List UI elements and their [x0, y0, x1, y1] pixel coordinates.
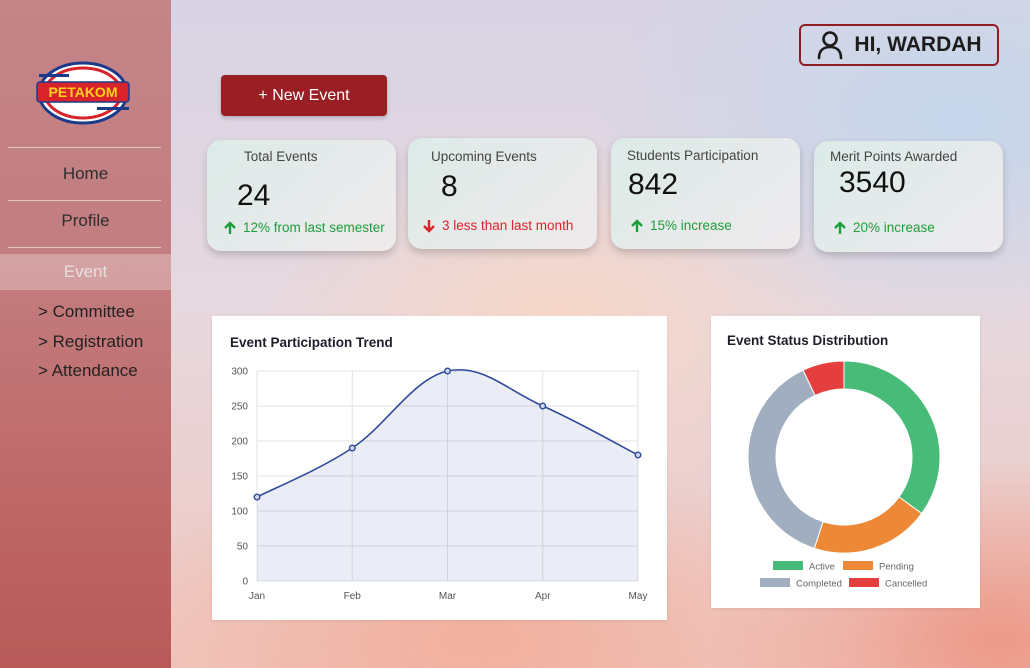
stat-change-text: 20% increase: [853, 220, 935, 235]
x-tick-label: Apr: [535, 591, 551, 602]
legend-label: Cancelled: [885, 579, 927, 590]
donut-chart: Active Pending Completed Cancelled: [747, 360, 941, 590]
donut-slice-completed: [747, 369, 824, 549]
y-tick-label: 250: [231, 402, 248, 413]
line-chart: 0 50 100 150 200 250 300 Jan Feb Mar Apr May: [231, 367, 648, 603]
arrow-up-icon: [224, 220, 236, 234]
donut-slice-pending: [813, 496, 923, 554]
x-tick-label: May: [629, 591, 648, 602]
legend-swatch: [760, 578, 790, 587]
stat-label: Students Participation: [627, 148, 759, 163]
data-point: [348, 444, 356, 452]
stat-label: Upcoming Events: [431, 149, 537, 164]
stat-change: 12% from last semester: [223, 220, 385, 235]
stat-change: 15% increase: [630, 218, 732, 233]
series-area: [257, 369, 638, 581]
petakom-logo: PETAKOM: [36, 61, 130, 125]
nav-divider: [8, 247, 161, 248]
legend-swatch: [773, 561, 803, 570]
stat-card-upcoming-events: Upcoming Events 8 3 less than last month: [408, 138, 597, 249]
sidebar-item-home[interactable]: Home: [0, 164, 171, 184]
stat-value: 8: [441, 170, 458, 203]
legend-label: Pending: [879, 562, 914, 573]
y-tick-label: 200: [231, 437, 248, 448]
stat-card-students-participation: Students Participation 842 15% increase: [611, 138, 800, 249]
sidebar-subitem-committee[interactable]: > Committee: [38, 302, 135, 322]
user-greeting-button[interactable]: HI, WARDAH: [799, 24, 999, 66]
stat-change: 20% increase: [833, 220, 935, 235]
sidebar: PETAKOM Home Profile Event > Committee >…: [0, 0, 171, 668]
y-tick-label: 150: [231, 472, 248, 483]
stat-value: 842: [628, 168, 679, 201]
logo-text: PETAKOM: [49, 84, 118, 100]
donut-slice-active: [843, 360, 941, 515]
stat-label: Merit Points Awarded: [830, 149, 958, 164]
new-event-button[interactable]: + New Event: [221, 75, 387, 116]
x-tick-label: Jan: [249, 591, 265, 602]
stat-change-text: 12% from last semester: [243, 220, 385, 235]
y-tick-label: 50: [237, 542, 249, 553]
legend-label: Active: [809, 562, 835, 573]
stat-change-text: 3 less than last month: [442, 218, 574, 233]
data-point: [253, 493, 261, 501]
sidebar-item-profile[interactable]: Profile: [0, 211, 171, 231]
sidebar-item-event[interactable]: Event: [0, 254, 171, 290]
legend-swatch: [843, 561, 873, 570]
greeting-text: HI, WARDAH: [854, 33, 982, 56]
status-distribution-panel: Event Status Distribution Active Pending C…: [711, 316, 980, 608]
stat-change: 3 less than last month: [422, 218, 573, 233]
y-tick-label: 300: [231, 367, 248, 378]
sidebar-subitem-registration[interactable]: > Registration: [38, 332, 143, 352]
stat-card-total-events: Total Events 24 12% from last semester: [207, 140, 396, 251]
sidebar-subitem-attendance[interactable]: > Attendance: [38, 361, 138, 381]
nav-divider: [8, 200, 161, 201]
data-point: [634, 451, 642, 459]
arrow-down-icon: [423, 219, 435, 233]
participation-trend-panel: Event Participation Trend 0 50 100 150 200 25…: [212, 316, 667, 620]
stat-value: 3540: [839, 166, 906, 199]
stat-card-merit-points: Merit Points Awarded 3540 20% increase: [814, 141, 1003, 252]
stat-value: 24: [237, 179, 271, 212]
user-icon: [818, 31, 843, 60]
x-tick-label: Mar: [439, 591, 457, 602]
arrow-up-icon: [834, 220, 846, 234]
nav-divider: [8, 147, 161, 148]
data-point: [539, 402, 547, 410]
arrow-up-icon: [631, 218, 643, 232]
x-tick-label: Feb: [344, 591, 362, 602]
stat-label: Total Events: [244, 149, 318, 164]
legend-label: Completed: [796, 579, 842, 590]
y-tick-label: 100: [231, 507, 248, 518]
stat-change-text: 15% increase: [650, 218, 732, 233]
data-point: [443, 367, 451, 375]
y-tick-label: 0: [242, 577, 248, 588]
legend-swatch: [849, 578, 879, 587]
